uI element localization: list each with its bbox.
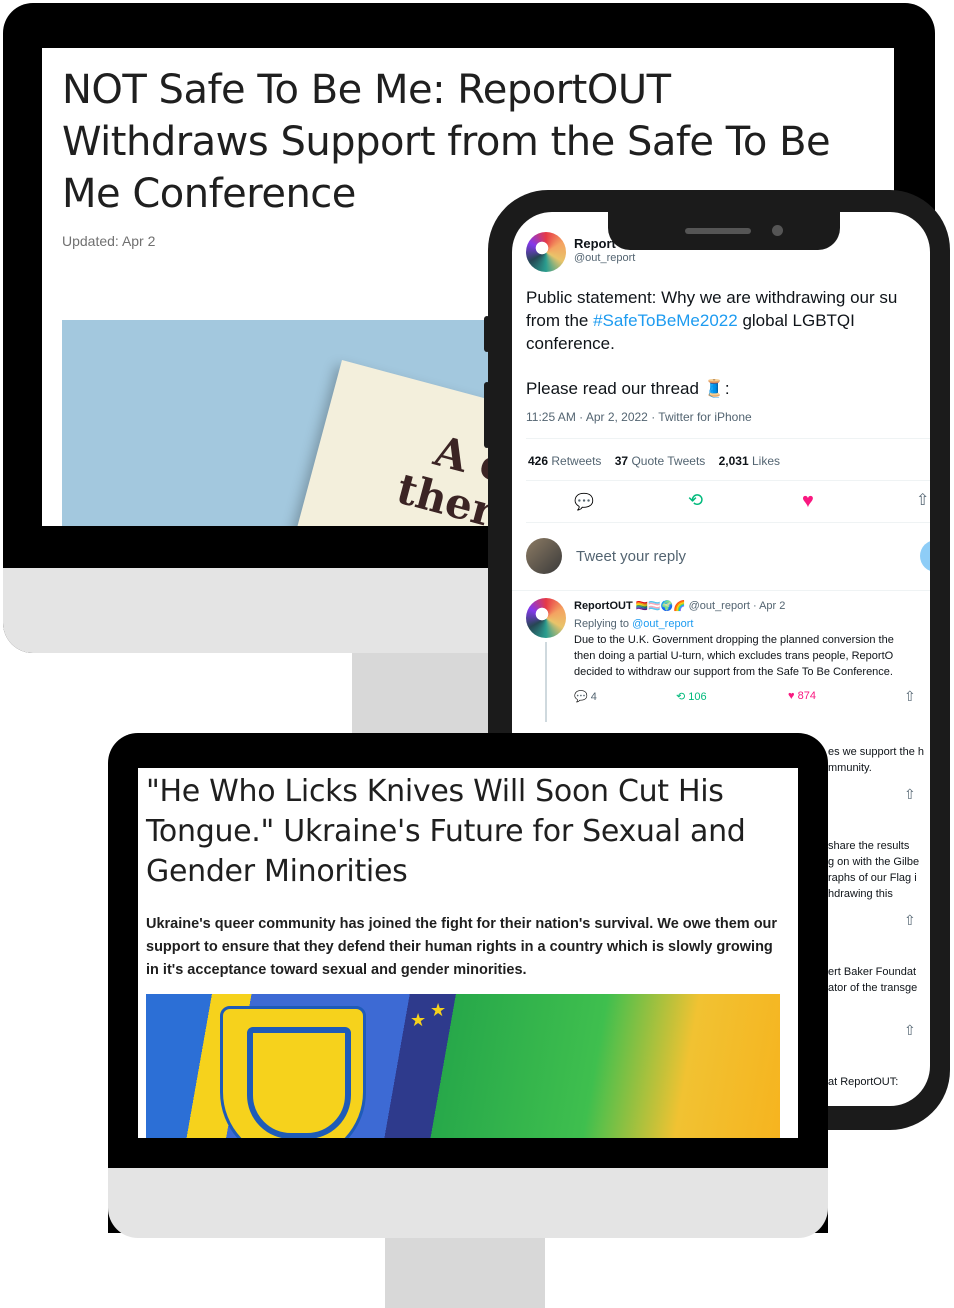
hidden-tweet-fragment: ert Baker Foundat (828, 966, 917, 978)
divider (512, 590, 930, 591)
tweet-timestamp[interactable]: 11:25 AM · Apr 2, 2022 · Twitter for iPh… (526, 410, 752, 424)
reply-author-name[interactable]: ReportOUT (574, 600, 633, 612)
quote-tweets-label[interactable]: Quote Tweets (631, 454, 705, 468)
monitor-stand (385, 1238, 545, 1308)
retweets-label[interactable]: Retweets (551, 454, 601, 468)
retweet-icon[interactable]: ⟲ (688, 490, 703, 511)
thread-connector-line (545, 642, 547, 722)
tweet-body-line2: from the #SafeToBeMe2022 global LGBTQI (526, 309, 855, 332)
reply-author-handle[interactable]: @out_report · Apr 2 (689, 600, 786, 612)
flag-emojis: 🏳️‍🌈🏳️‍⚧️🌍🌈 (635, 601, 686, 612)
retweets-count[interactable]: 426 (528, 454, 548, 468)
share-icon[interactable]: ⇧ (904, 912, 916, 929)
reportout-avatar[interactable] (526, 232, 566, 272)
phone-side-button (484, 316, 490, 352)
reply-action-bar: 💬 4 (574, 690, 597, 703)
like-icon[interactable]: ♥ (802, 490, 814, 513)
phone-volume-button (484, 382, 490, 448)
reply-retweet: ⟲ 106 (676, 690, 707, 703)
tweet-body-line3: conference. (526, 334, 615, 353)
hidden-tweet-fragment: hdrawing this (828, 888, 893, 900)
share-icon[interactable]: ⇧ (904, 786, 916, 803)
likes-label[interactable]: Likes (752, 454, 780, 468)
tweet-body-from: from the (526, 311, 589, 330)
share-icon[interactable]: ⇧ (904, 1022, 916, 1039)
tweet-author-handle[interactable]: @out_report (574, 252, 635, 264)
reply-retweet-icon[interactable]: ⟲ (676, 691, 685, 703)
ukraine-flags-image: ★ ★ (146, 994, 780, 1138)
reply-like: ♥ 874 (788, 690, 816, 702)
hidden-tweet-fragment: es we support the h (828, 746, 925, 758)
reply-button[interactable] (920, 540, 930, 572)
reply-input[interactable]: Tweet your reply (576, 548, 686, 565)
reply-reply-icon[interactable]: 💬 (574, 691, 588, 703)
hidden-tweet-fragment: mmunity. (828, 762, 872, 774)
reply-header: ReportOUT 🏳️‍🌈🏳️‍⚧️🌍🌈 @out_report · Apr … (574, 600, 785, 612)
likes-count[interactable]: 2,031 (719, 454, 749, 468)
monitor-chin (108, 1168, 828, 1238)
hidden-tweet-fragment: ator of the transge (828, 982, 918, 994)
reply-icon[interactable]: 💬 (574, 492, 594, 512)
tweet-body-line1: Public statement: Why we are withdrawing… (526, 288, 898, 307)
replying-to-handle[interactable]: @out_report (632, 618, 693, 630)
replying-to: Replying to @out_report (574, 616, 693, 632)
phone-speaker (685, 228, 751, 234)
reply-author-avatar[interactable] (526, 598, 566, 638)
user-avatar[interactable] (526, 538, 562, 574)
tweet-stats: 426 Retweets 37 Quote Tweets 2,031 Likes (528, 454, 780, 468)
share-icon[interactable]: ⇧ (916, 490, 929, 510)
reply-like-icon[interactable]: ♥ (788, 690, 795, 702)
reply-like-count: 874 (797, 690, 816, 702)
news-article-screen: "He Who Licks Knives Will Soon Cut His T… (138, 768, 798, 1138)
hidden-tweet-fragment: share the results (828, 840, 910, 852)
divider (526, 522, 930, 523)
ukraine-coat-of-arms (220, 1006, 366, 1138)
quote-tweets-count[interactable]: 37 (615, 454, 628, 468)
reply-reply-count: 4 (590, 691, 597, 703)
reply-text-line1: Due to the U.K. Government dropping the … (574, 634, 894, 646)
monitor-stand (352, 653, 502, 743)
divider (526, 438, 930, 439)
tweet-body-thread: Please read our thread 🧵: (526, 379, 730, 398)
article-title[interactable]: "He Who Licks Knives Will Soon Cut His T… (146, 772, 796, 892)
article-updated-date: Updated: Apr 2 (62, 233, 156, 249)
reply-share-icon[interactable]: ⇧ (904, 688, 916, 705)
divider (526, 480, 930, 481)
eu-star: ★ (430, 1000, 447, 1020)
article-lead: Ukraine's queer community has joined the… (146, 916, 778, 978)
replying-to-label: Replying to (574, 618, 630, 630)
tweet-body-suffix: global LGBTQI (742, 311, 855, 330)
hidden-tweet-fragment: g on with the Gilbe (828, 856, 920, 868)
reply-text-line2: then doing a partial U-turn, which exclu… (574, 650, 894, 662)
hidden-tweet-fragment: raphs of our Flag i (828, 872, 917, 884)
eu-star: ★ (410, 1010, 427, 1030)
hidden-tweet-fragment: at ReportOUT: (828, 1076, 899, 1088)
hashtag-link[interactable]: #SafeToBeMe2022 (593, 311, 738, 330)
phone-camera (772, 225, 783, 236)
reply-retweet-count: 106 (688, 691, 707, 703)
reply-text-line3: decided to withdraw our support from the… (574, 666, 893, 678)
